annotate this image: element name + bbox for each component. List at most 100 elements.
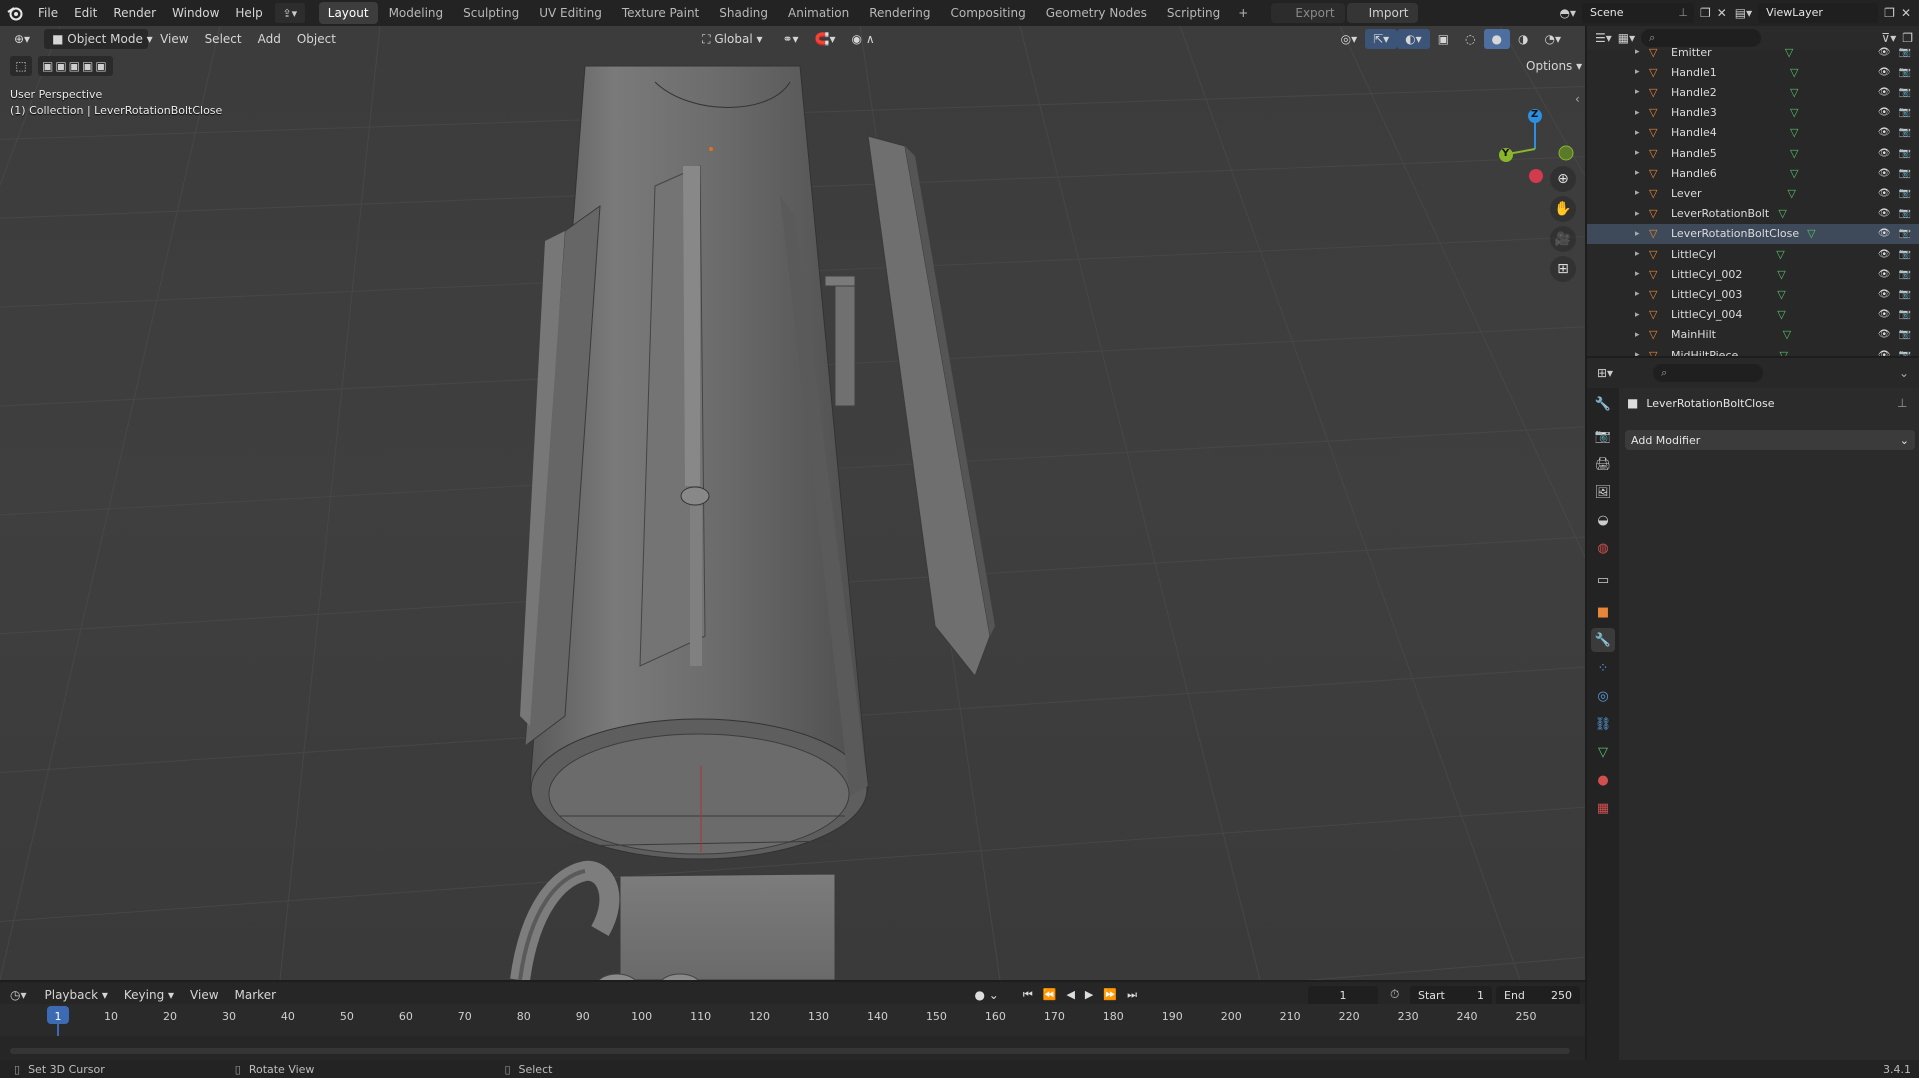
eye-icon[interactable]: 👁 (1878, 329, 1891, 340)
new-scene-icon[interactable]: ❐ (1700, 6, 1711, 20)
camera-icon[interactable]: 🎥 (1550, 226, 1576, 252)
texture-tab-icon[interactable]: ▦ (1591, 796, 1615, 820)
expand-arrow-icon[interactable]: ▸ (1635, 330, 1649, 340)
world-tab-icon[interactable]: ◍ (1591, 536, 1615, 560)
prev-keyframe-icon[interactable]: ⏪ (1043, 988, 1057, 1002)
gizmo-toggle-icon[interactable]: ⇱▾ (1365, 29, 1398, 49)
new-viewlayer-icon[interactable]: ❐ (1884, 6, 1895, 20)
select-mode-icons[interactable]: ▣▣▣▣▣ (38, 56, 113, 76)
outliner-row[interactable]: ▸ ▽ LeverRotationBoltClose ▽ 👁 📷 (1587, 223, 1919, 244)
delete-scene-icon[interactable]: ✕ (1717, 6, 1727, 20)
rendered-shading-icon[interactable]: ◔▾ (1537, 29, 1570, 49)
outliner-row[interactable]: ▸ ▽ Emitter ▽ 👁 📷 (1587, 42, 1919, 62)
tab-geometry-nodes[interactable]: Geometry Nodes (1037, 2, 1156, 24)
overlay-toggle-icon[interactable]: ◐▾ (1397, 29, 1430, 49)
tab-scripting[interactable]: Scripting (1158, 2, 1229, 24)
next-keyframe-icon[interactable]: ⏩ (1103, 988, 1117, 1002)
hand-pan-icon[interactable]: ✋ (1550, 196, 1576, 222)
expand-arrow-icon[interactable]: ▸ (1635, 148, 1649, 158)
viewlayer-selector[interactable]: ▤▾ ViewLayer ❐ ✕ (1735, 3, 1911, 23)
tab-compositing[interactable]: Compositing (941, 2, 1034, 24)
camera-render-icon[interactable]: 📷 (1899, 148, 1911, 159)
camera-render-icon[interactable]: 📷 (1899, 249, 1911, 260)
jump-end-icon[interactable]: ⏭ (1127, 988, 1137, 1002)
eye-icon[interactable]: 👁 (1878, 67, 1891, 78)
solid-shading-icon[interactable]: ● (1483, 29, 1511, 49)
timeline-menu-marker[interactable]: Marker (227, 985, 284, 1005)
snap-icon[interactable]: 🧲▾ (807, 29, 844, 49)
properties-editor-icon[interactable]: ⊞▾ (1597, 366, 1613, 380)
expand-arrow-icon[interactable]: ▸ (1635, 128, 1649, 138)
menu-file[interactable]: File (30, 0, 66, 26)
outliner-row[interactable]: ▸ ▽ Handle6 ▽ 👁 📷 (1587, 163, 1919, 183)
physics-tab-icon[interactable]: ◎ (1591, 684, 1615, 708)
sidebar-toggle-icon[interactable]: ‹ (1575, 92, 1580, 106)
properties-search-input[interactable]: ⌕ (1653, 364, 1764, 382)
eye-icon[interactable]: 👁 (1878, 148, 1891, 159)
play-icon[interactable]: ▶ (1085, 988, 1093, 1002)
properties-options-icon[interactable]: ⌄ (1899, 366, 1919, 380)
tab-animation[interactable]: Animation (779, 2, 858, 24)
tab-rendering[interactable]: Rendering (860, 2, 939, 24)
outliner-row[interactable]: ▸ ▽ LittleCyl_003 ▽ 👁 📷 (1587, 284, 1919, 304)
eye-icon[interactable]: 👁 (1878, 228, 1891, 239)
eye-icon[interactable]: 👁 (1878, 309, 1891, 320)
expand-arrow-icon[interactable]: ▸ (1635, 229, 1649, 239)
eye-icon[interactable]: 👁 (1878, 168, 1891, 179)
current-frame-field[interactable]: 1 (1308, 986, 1378, 1006)
export-button[interactable]: Export (1271, 3, 1345, 23)
outliner-row[interactable]: ▸ ▽ LeverRotationBolt ▽ 👁 📷 (1587, 204, 1919, 224)
particles-tab-icon[interactable]: ⁘ (1591, 656, 1615, 680)
xray-icon[interactable]: ▣ (1430, 29, 1457, 49)
modifier-tab-icon[interactable]: 🔧 (1591, 628, 1615, 652)
camera-render-icon[interactable]: 📷 (1899, 87, 1911, 98)
tab-modeling[interactable]: Modeling (380, 2, 453, 24)
eye-icon[interactable]: 👁 (1878, 269, 1891, 280)
material-tab-icon[interactable]: ● (1591, 768, 1615, 792)
viewport-menu-object[interactable]: Object (289, 29, 344, 49)
camera-render-icon[interactable]: 📷 (1899, 228, 1911, 239)
tab-layout[interactable]: Layout (318, 2, 378, 24)
camera-render-icon[interactable]: 📷 (1899, 107, 1911, 118)
viewport-menu-add[interactable]: Add (250, 29, 289, 49)
import-button[interactable]: Import (1346, 3, 1419, 23)
proportional-edit-icon[interactable]: ◉ ∧ (844, 29, 883, 49)
timeline-editor-icon[interactable]: ◷▾ (10, 988, 27, 1002)
3d-viewport[interactable]: User Perspective (1) Collection | LeverR… (0, 26, 1585, 980)
zoom-icon[interactable]: ⊕ (1550, 166, 1576, 192)
stopwatch-icon[interactable]: ⏱ (1390, 987, 1399, 1002)
camera-render-icon[interactable]: 📷 (1899, 67, 1911, 78)
menu-window[interactable]: Window (164, 0, 227, 26)
outliner-row[interactable]: ▸ ▽ Handle3 ▽ 👁 📷 (1587, 103, 1919, 123)
outliner-row[interactable]: ▸ ▽ LittleCyl ▽ 👁 📷 (1587, 244, 1919, 264)
viewport-menu-view[interactable]: View (152, 29, 196, 49)
outliner-row[interactable]: ▸ ▽ Handle5 ▽ 👁 📷 (1587, 143, 1919, 163)
camera-render-icon[interactable]: 📷 (1899, 289, 1911, 300)
outliner-row[interactable]: ▸ ▽ LittleCyl_004 ▽ 👁 📷 (1587, 305, 1919, 325)
eye-icon[interactable]: 👁 (1878, 107, 1891, 118)
camera-render-icon[interactable]: 📷 (1899, 309, 1911, 320)
camera-render-icon[interactable]: 📷 (1899, 329, 1911, 340)
play-reverse-icon[interactable]: ◀ (1066, 988, 1074, 1002)
expand-arrow-icon[interactable]: ▸ (1635, 289, 1649, 299)
options-dropdown[interactable]: Options ▾ (1518, 56, 1590, 76)
scene-selector[interactable]: ◓▾ Scene ⊥ ❐ ✕ (1559, 3, 1727, 23)
camera-render-icon[interactable]: 📷 (1899, 269, 1911, 280)
constraints-tab-icon[interactable]: ⛓ (1591, 712, 1615, 736)
viewport-menu-select[interactable]: Select (197, 29, 250, 49)
menu-help[interactable]: Help (227, 0, 270, 26)
timeline-scale[interactable]: 1 10 20 30 40 50 60 70 80 90 100 110 120 130 140 150 160… (0, 1004, 1585, 1036)
eye-icon[interactable]: 👁 (1878, 249, 1891, 260)
camera-render-icon[interactable]: 📷 (1899, 168, 1911, 179)
data-tab-icon[interactable]: ▽ (1591, 740, 1615, 764)
tab-sculpting[interactable]: Sculpting (454, 2, 528, 24)
expand-arrow-icon[interactable]: ▸ (1635, 108, 1649, 118)
pin-object-icon[interactable]: ⊥ (1897, 396, 1907, 410)
eye-icon[interactable]: 👁 (1878, 87, 1891, 98)
expand-arrow-icon[interactable]: ▸ (1635, 87, 1649, 97)
menu-render[interactable]: Render (105, 0, 164, 26)
outliner-row[interactable]: ▸ ▽ Handle4 ▽ 👁 📷 (1587, 123, 1919, 143)
camera-render-icon[interactable]: 📷 (1899, 127, 1911, 138)
expand-arrow-icon[interactable]: ▸ (1635, 209, 1649, 219)
pin-icon[interactable]: ⊥ (1678, 3, 1694, 23)
